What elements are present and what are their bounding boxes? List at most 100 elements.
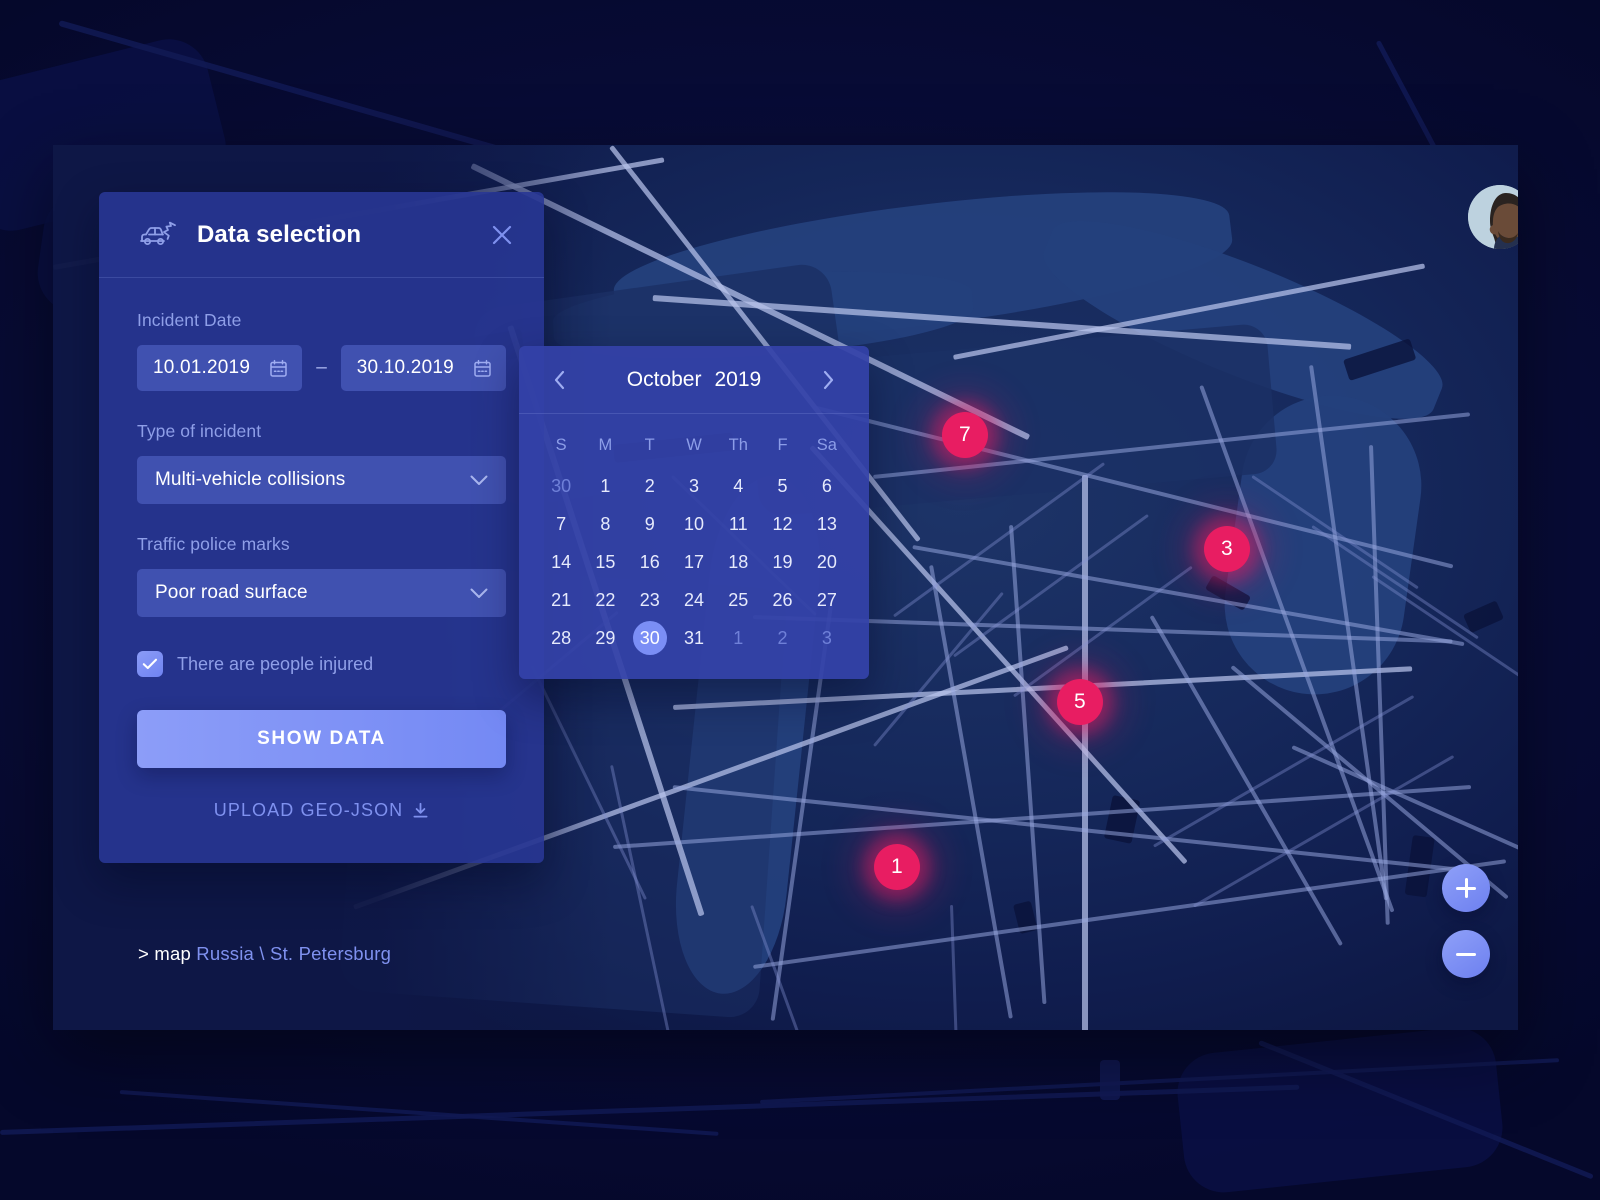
- calendar-day-number: 18: [728, 551, 749, 572]
- chevron-down-icon: [470, 475, 488, 486]
- calendar-day[interactable]: 13: [805, 505, 849, 543]
- calendar-day-number: 27: [816, 589, 837, 610]
- calendar-day[interactable]: 27: [805, 581, 849, 619]
- calendar-day[interactable]: 20: [805, 543, 849, 581]
- calendar-day-number: 29: [595, 627, 616, 648]
- calendar-day[interactable]: 25: [716, 581, 760, 619]
- calendar-day[interactable]: 30: [539, 467, 583, 505]
- calendar-day[interactable]: 11: [716, 505, 760, 543]
- upload-geojson-button[interactable]: UPLOAD GEO-JSON: [137, 800, 506, 821]
- calendar-day[interactable]: 29: [583, 619, 627, 657]
- calendar-day[interactable]: 19: [760, 543, 804, 581]
- date-range-row: 10.01.2019 – 30.10.2019: [137, 345, 506, 391]
- calendar-day[interactable]: 26: [760, 581, 804, 619]
- calendar-day[interactable]: 14: [539, 543, 583, 581]
- calendar-day-number: 1: [600, 475, 611, 496]
- calendar-day-number: 12: [772, 513, 793, 534]
- calendar-week-row: 28 29 30 31 1 2 3: [539, 619, 849, 657]
- calendar-day[interactable]: 28: [539, 619, 583, 657]
- minus-icon: [1456, 952, 1476, 956]
- calendar-day[interactable]: 3: [805, 619, 849, 657]
- calendar-day-number: 15: [595, 551, 616, 572]
- calendar-title: October 2019: [627, 368, 761, 392]
- calendar-day-number: 22: [595, 589, 616, 610]
- calendar-day-number: 3: [688, 475, 699, 496]
- calendar-day[interactable]: 17: [672, 543, 716, 581]
- calendar-prev-month-button[interactable]: [545, 366, 573, 394]
- calendar-day[interactable]: 22: [583, 581, 627, 619]
- zoom-in-button[interactable]: [1442, 864, 1490, 912]
- calendar-day[interactable]: 2: [760, 619, 804, 657]
- date-to-input[interactable]: 30.10.2019: [340, 345, 506, 391]
- calendar-day[interactable]: 1: [716, 619, 760, 657]
- calendar-day-number: 16: [639, 551, 660, 572]
- date-from-value: 10.01.2019: [153, 357, 251, 378]
- calendar-day-number: 21: [551, 589, 572, 610]
- panel-header: Data selection: [99, 192, 544, 278]
- calendar-next-month-button[interactable]: [815, 366, 843, 394]
- calendar-day[interactable]: 1: [583, 467, 627, 505]
- calendar-day[interactable]: 21: [539, 581, 583, 619]
- calendar-day-number: 20: [816, 551, 837, 572]
- calendar-day[interactable]: 8: [583, 505, 627, 543]
- calendar-day[interactable]: 18: [716, 543, 760, 581]
- zoom-out-button[interactable]: [1442, 930, 1490, 978]
- breadcrumb-path[interactable]: Russia \ St. Petersburg: [196, 943, 391, 964]
- calendar-icon: [473, 359, 492, 378]
- calendar-day[interactable]: 24: [672, 581, 716, 619]
- people-injured-checkbox[interactable]: [137, 651, 163, 677]
- calendar-day[interactable]: 5: [760, 467, 804, 505]
- calendar-day-number: 4: [733, 475, 744, 496]
- calendar-day-number: 2: [777, 627, 788, 648]
- calendar-day-number: 26: [772, 589, 793, 610]
- calendar-day-number: 7: [556, 513, 567, 534]
- calendar-day[interactable]: 3: [672, 467, 716, 505]
- close-panel-button[interactable]: [487, 220, 517, 250]
- calendar-day[interactable]: 4: [716, 467, 760, 505]
- calendar-day[interactable]: 23: [628, 581, 672, 619]
- traffic-police-marks-select[interactable]: Poor road surface: [137, 569, 506, 617]
- car-crash-icon: [137, 220, 179, 250]
- map-marker[interactable]: 3: [1204, 526, 1250, 572]
- data-selection-panel: Data selection Incident Date 10.01.2019: [99, 192, 544, 863]
- calendar-day-number: 30: [639, 627, 660, 648]
- calendar-day[interactable]: 6: [805, 467, 849, 505]
- type-of-incident-label: Type of incident: [137, 421, 262, 441]
- calendar-day[interactable]: 16: [628, 543, 672, 581]
- calendar-day-number: 17: [683, 551, 704, 572]
- date-from-input[interactable]: 10.01.2019: [137, 345, 303, 391]
- upload-geojson-label: UPLOAD GEO-JSON: [213, 800, 404, 820]
- calendar-day-number: 9: [644, 513, 655, 534]
- calendar-day[interactable]: 9: [628, 505, 672, 543]
- calendar-dow: Th: [728, 436, 748, 454]
- calendar-day-number: 2: [644, 475, 655, 496]
- calendar-week-row: 21 22 23 24 25 26 27: [539, 581, 849, 619]
- calendar-day[interactable]: 10: [672, 505, 716, 543]
- calendar-day[interactable]: 2: [628, 467, 672, 505]
- calendar-day-number: 6: [821, 475, 832, 496]
- plus-icon-vertical: [1464, 878, 1468, 898]
- panel-title: Data selection: [197, 220, 362, 248]
- map-marker[interactable]: 1: [874, 844, 920, 890]
- show-data-button[interactable]: SHOW DATA: [137, 710, 506, 768]
- calendar-day[interactable]: 7: [539, 505, 583, 543]
- calendar-day[interactable]: 31: [672, 619, 716, 657]
- calendar-icon: [269, 359, 288, 378]
- download-icon: [412, 802, 429, 819]
- calendar-day-number: 31: [683, 627, 704, 648]
- calendar-day-number: 5: [777, 475, 788, 496]
- close-icon: [492, 225, 512, 244]
- app-window: 7 3 5 1 Data selection Incident Date 10.01.…: [53, 145, 1518, 1030]
- calendar-day[interactable]: 15: [583, 543, 627, 581]
- map-marker[interactable]: 7: [942, 412, 988, 458]
- type-of-incident-select[interactable]: Multi-vehicle collisions: [137, 456, 506, 504]
- calendar-week-row: 30 1 2 3 4 5 6: [539, 467, 849, 505]
- map-marker[interactable]: 5: [1057, 679, 1103, 725]
- calendar-day[interactable]: 12: [760, 505, 804, 543]
- user-avatar[interactable]: [1468, 185, 1518, 249]
- calendar-weeks: 30 1 2 3 4 5 6 7 8 9 10 11 12 13 14 15 16 17 18 19 20 21 22 23 2…: [539, 467, 849, 657]
- calendar-day-number: 8: [600, 513, 611, 534]
- people-injured-checkbox-row[interactable]: There are people injured: [137, 651, 506, 677]
- calendar-dow: T: [644, 436, 655, 454]
- calendar-day-selected[interactable]: 30: [628, 619, 672, 657]
